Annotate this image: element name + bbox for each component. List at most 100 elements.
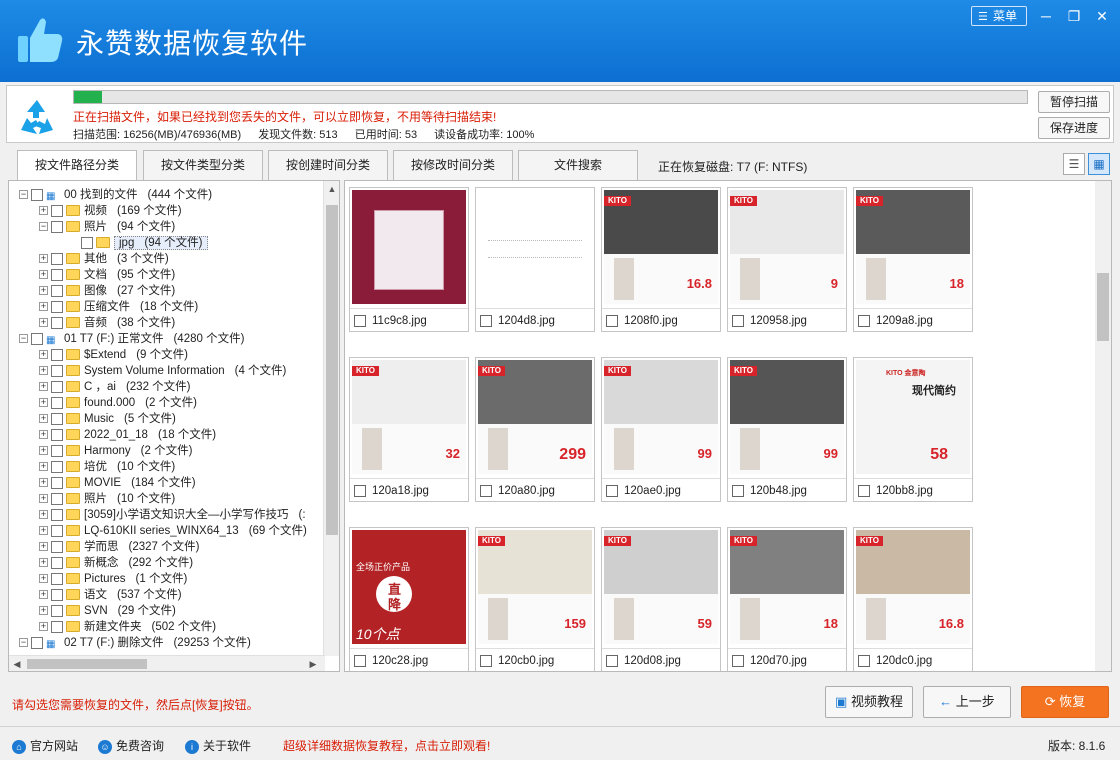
recover-button[interactable]: ⟳ 恢复 <box>1021 686 1109 718</box>
file-thumbnail-card[interactable]: KITO 59 120d08.jpg <box>601 527 721 671</box>
tree-item[interactable]: + $Extend (9 个文件) <box>39 347 188 363</box>
tree-hscroll-thumb[interactable] <box>27 659 147 669</box>
tree-vertical-scrollbar[interactable]: ▲ <box>323 181 339 656</box>
file-checkbox[interactable] <box>354 654 366 667</box>
file-thumbnail-card[interactable]: KITO 299 120a80.jpg <box>475 357 595 502</box>
minimize-icon[interactable]: ─ <box>1034 6 1058 26</box>
file-thumbnail-card[interactable]: KITO 9 120958.jpg <box>727 187 847 332</box>
free-consult-link[interactable]: ☺ 免费咨询 <box>98 737 164 754</box>
tree-checkbox[interactable] <box>31 332 43 345</box>
file-thumbnail-card[interactable]: 全场正价产品直降 10个点 120c28.jpg <box>349 527 469 671</box>
tree-horizontal-scrollbar[interactable]: ◀ ▶ <box>9 655 325 671</box>
tree-item[interactable]: + 新建文件夹 (502 个文件) <box>39 619 216 635</box>
expand-icon[interactable]: + <box>39 430 48 440</box>
file-checkbox[interactable] <box>480 654 492 667</box>
expand-icon[interactable]: + <box>39 414 48 424</box>
tree-checkbox[interactable] <box>51 348 63 361</box>
file-thumbnail-card[interactable]: KITO 金意陶 现代简约 58 120bb8.jpg <box>853 357 973 502</box>
file-checkbox[interactable] <box>606 654 618 667</box>
file-thumbnail-card[interactable]: KITO 32 120a18.jpg <box>349 357 469 502</box>
official-website-link[interactable]: ⌂ 官方网站 <box>12 737 78 754</box>
file-thumbnail-card[interactable]: KITO 18 120d70.jpg <box>727 527 847 671</box>
video-tutorial-button[interactable]: ▣ 视频教程 <box>825 686 913 718</box>
tree-checkbox[interactable] <box>81 236 93 249</box>
tutorial-promo-link[interactable]: 超级详细数据恢复教程，点击立即观看! <box>283 737 490 754</box>
file-thumbnail-card[interactable]: KITO 99 120ae0.jpg <box>601 357 721 502</box>
tree-checkbox[interactable] <box>51 204 63 217</box>
tree-checkbox[interactable] <box>51 396 63 409</box>
image-preview[interactable]: KITO 16.8 <box>856 530 970 644</box>
tree-item[interactable]: + C ，ai (232 个文件) <box>39 379 191 395</box>
tree-checkbox[interactable] <box>51 588 63 601</box>
file-thumbnail-card[interactable]: KITO 16.8 120dc0.jpg <box>853 527 973 671</box>
file-checkbox[interactable] <box>858 314 870 327</box>
image-preview[interactable]: KITO 59 <box>604 530 718 644</box>
expand-icon[interactable]: + <box>39 318 48 328</box>
file-checkbox[interactable] <box>732 654 744 667</box>
grid-vertical-scrollbar[interactable] <box>1095 181 1111 671</box>
tree-item[interactable]: + 照片 (10 个文件) <box>39 491 175 507</box>
tab-by-type[interactable]: 按文件类型分类 <box>143 150 263 180</box>
expand-icon[interactable]: + <box>39 382 48 392</box>
tree-item[interactable]: + 语文 (537 个文件) <box>39 587 182 603</box>
tree-checkbox[interactable] <box>51 508 63 521</box>
image-preview[interactable]: KITO 99 <box>730 360 844 474</box>
file-thumbnail-card[interactable]: KITO 18 1209a8.jpg <box>853 187 973 332</box>
tree-item[interactable]: + 音频 (38 个文件) <box>39 315 175 331</box>
tree-item[interactable]: + Pictures (1 个文件) <box>39 571 187 587</box>
tree-item[interactable]: + 培优 (10 个文件) <box>39 459 175 475</box>
tree-checkbox[interactable] <box>51 412 63 425</box>
expand-icon[interactable]: + <box>39 350 48 360</box>
file-checkbox[interactable] <box>354 314 366 327</box>
menu-button[interactable]: ☰ 菜单 <box>971 6 1027 26</box>
grid-view-icon[interactable]: ▦ <box>1088 153 1110 175</box>
expand-icon[interactable]: + <box>39 254 48 264</box>
tree-checkbox[interactable] <box>51 316 63 329</box>
tree-checkbox[interactable] <box>51 300 63 313</box>
tree-item[interactable]: + 压缩文件 (18 个文件) <box>39 299 198 315</box>
file-checkbox[interactable] <box>606 484 618 497</box>
save-progress-button[interactable]: 保存进度 <box>1038 117 1110 139</box>
tab-by-path[interactable]: 按文件路径分类 <box>17 150 137 181</box>
tree-scroll-thumb[interactable] <box>326 205 338 535</box>
image-preview[interactable]: KITO 18 <box>730 530 844 644</box>
tree-item[interactable]: + 其他 (3 个文件) <box>39 251 169 267</box>
expand-icon[interactable]: − <box>19 190 28 200</box>
tab-file-search[interactable]: 文件搜索 <box>518 150 638 180</box>
tree-checkbox[interactable] <box>51 476 63 489</box>
tree-checkbox[interactable] <box>51 428 63 441</box>
tree-item[interactable]: + SVN (29 个文件) <box>39 603 176 619</box>
tree-checkbox[interactable] <box>51 524 63 537</box>
tree-checkbox[interactable] <box>51 492 63 505</box>
image-preview[interactable] <box>478 190 592 304</box>
image-preview[interactable]: KITO 金意陶 现代简约 58 <box>856 360 970 474</box>
scroll-left-icon[interactable]: ◀ <box>9 656 25 671</box>
file-checkbox[interactable] <box>480 314 492 327</box>
tree-item[interactable]: + 新概念 (292 个文件) <box>39 555 193 571</box>
tree-item[interactable]: + System Volume Information (4 个文件) <box>39 363 286 379</box>
image-preview[interactable]: KITO 99 <box>604 360 718 474</box>
tree-item[interactable]: jpg (94 个文件) <box>69 235 208 251</box>
tree-item[interactable]: + 图像 (27 个文件) <box>39 283 175 299</box>
file-checkbox[interactable] <box>606 314 618 327</box>
expand-icon[interactable]: + <box>39 510 48 520</box>
file-thumbnail-card[interactable]: KITO 159 120cb0.jpg <box>475 527 595 671</box>
image-preview[interactable]: 全场正价产品直降 10个点 <box>352 530 466 644</box>
tree-item[interactable]: +2022_01_18 (18 个文件) <box>39 427 216 443</box>
tree-item[interactable]: + 文档 (95 个文件) <box>39 267 175 283</box>
expand-icon[interactable]: + <box>39 446 48 456</box>
tree-checkbox[interactable] <box>31 188 43 201</box>
tree-checkbox[interactable] <box>51 220 63 233</box>
tree-item[interactable]: + Music (5 个文件) <box>39 411 176 427</box>
expand-icon[interactable]: − <box>19 334 28 344</box>
tree-checkbox[interactable] <box>51 556 63 569</box>
tree-item[interactable]: + found.000 (2 个文件) <box>39 395 197 411</box>
restore-icon[interactable]: ❐ <box>1062 6 1086 26</box>
list-view-icon[interactable]: ☰ <box>1063 153 1085 175</box>
expand-icon[interactable]: + <box>39 590 48 600</box>
tree-checkbox[interactable] <box>51 364 63 377</box>
image-preview[interactable]: KITO 9 <box>730 190 844 304</box>
about-software-link[interactable]: i 关于软件 <box>185 737 251 754</box>
expand-icon[interactable]: + <box>39 206 48 216</box>
pause-scan-button[interactable]: 暂停扫描 <box>1038 91 1110 113</box>
